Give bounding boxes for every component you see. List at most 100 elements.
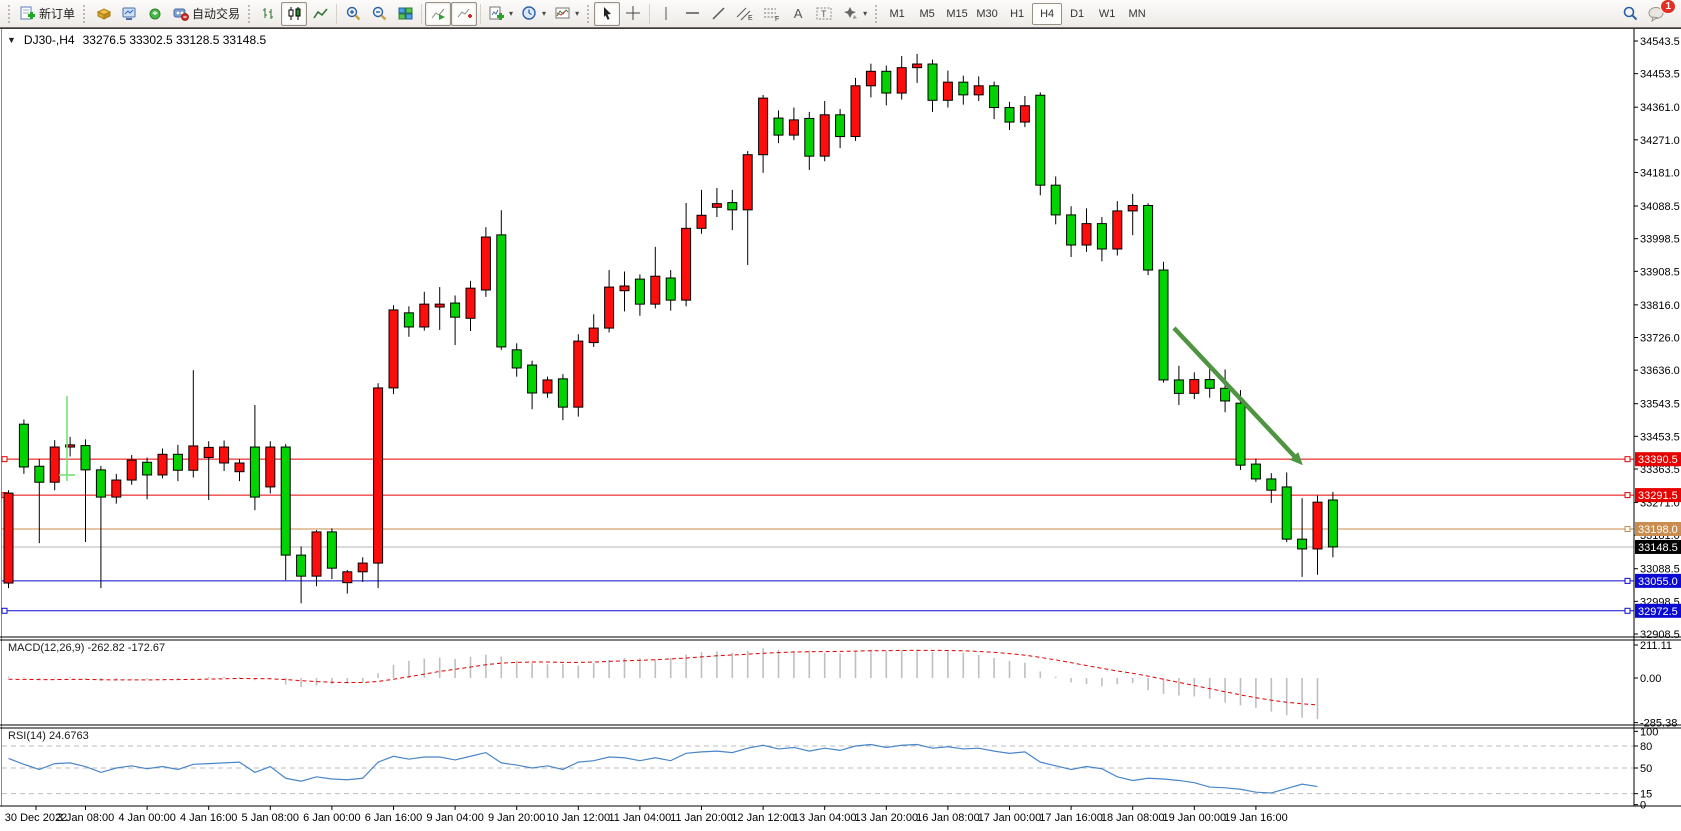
candle [481,227,490,297]
chart-shift-button[interactable] [451,2,477,26]
price-axis-label: 33453.5 [1640,431,1680,443]
time-axis-label: 19 Jan 16:00 [1224,812,1288,824]
signal-icon [147,5,164,22]
templates-dropdown[interactable]: ▾ [550,2,583,26]
time-axis-label: 18 Jan 08:00 [1101,812,1165,824]
trendline-tool-button[interactable] [705,2,731,26]
time-axis-label: 5 Jan 08:00 [242,812,300,824]
new-chart-dropdown[interactable]: ▾ [484,2,517,26]
hline-handle[interactable] [1625,608,1630,613]
macd-axis-label: 0.00 [1640,673,1661,685]
hline-price-badge-text: 33198.0 [1638,524,1678,536]
channel-tool-button[interactable]: E [731,2,758,26]
timeframe-M5[interactable]: M5 [912,3,942,25]
clock-icon [521,5,538,22]
timeframe-D1[interactable]: D1 [1062,3,1092,25]
new-order-button[interactable]: 新订单 [15,2,79,26]
horizontal-line-tool-button[interactable] [679,2,705,26]
hline-handle[interactable] [2,457,7,462]
line-chart-mode-button[interactable] [307,2,333,26]
hline-handle[interactable] [1625,578,1630,583]
new-chart-icon [488,5,505,22]
cursor-icon [599,5,616,22]
chart-header[interactable]: ▼ DJ30-,H4 33276.5 33302.5 33128.5 33148… [7,33,266,47]
market-watch-button[interactable] [90,2,116,26]
bar-chart-mode-button[interactable] [255,2,281,26]
time-axis-label: 3 Jan 08:00 [57,812,115,824]
timeframe-M30[interactable]: M30 [972,3,1002,25]
toolbar-separator [421,4,422,24]
candle [19,419,28,473]
timeframe-H1[interactable]: H1 [1002,3,1032,25]
time-axis-label: 13 Jan 20:00 [854,812,918,824]
time-axis-label: 16 Jan 08:00 [916,812,980,824]
timeframe-M1[interactable]: M1 [882,3,912,25]
symbol-dropdown-icon[interactable]: ▼ [7,35,16,45]
strategy-signal-button[interactable] [142,2,168,26]
periods-dropdown[interactable]: ▾ [517,2,550,26]
toolbar-grip [586,4,591,24]
vertical-line-tool-button[interactable] [653,2,679,26]
search-button[interactable] [1617,2,1643,26]
chart-window[interactable]: 34543.534453.534361.034271.034181.034088… [0,28,1681,831]
price-axis-label: 34361.0 [1640,102,1680,114]
timeframe-H4[interactable]: H4 [1032,3,1062,25]
text-tool-icon: A [794,6,803,21]
text-label-icon: T [815,5,834,22]
candle [50,440,59,490]
autotrading-button[interactable]: 自动交易 [168,2,244,26]
price-axis-label: 33998.5 [1640,234,1680,246]
tile-windows-button[interactable] [392,2,418,26]
timeframe-MN[interactable]: MN [1122,3,1152,25]
zoom-out-icon [371,5,388,22]
time-axis-label: 17 Jan 16:00 [1039,812,1103,824]
svg-text:E: E [748,15,753,22]
notifications-button[interactable]: 1 [1643,2,1671,26]
price-axis-label: 33543.5 [1640,399,1680,411]
arrows-tool-dropdown[interactable]: ▾ [838,2,871,26]
autotrading-icon [172,5,189,22]
svg-text:T: T [821,9,827,19]
hline-handle[interactable] [1625,493,1630,498]
current-price-badge-text: 33148.5 [1638,542,1678,554]
time-axis-label: 10 Jan 12:00 [546,812,610,824]
time-axis-label: 11 Jan 04:00 [609,812,672,824]
price-axis-label: 34543.5 [1640,36,1680,48]
macd-axis-label: 211.11 [1640,640,1672,652]
candle [1159,262,1168,383]
rsi-axis-label: 100 [1640,726,1658,738]
crosshair-tool-button[interactable] [620,2,646,26]
hline-handle[interactable] [1625,527,1630,532]
bar-chart-icon [260,5,277,22]
price-axis-label: 33726.0 [1640,333,1680,345]
vertical-line-icon [660,5,673,22]
cursor-tool-button[interactable] [594,2,620,26]
candlestick-mode-button[interactable] [281,2,307,26]
hline-price-badge-text: 32972.5 [1638,606,1678,618]
trendline-icon [710,5,727,22]
zoom-out-button[interactable] [366,2,392,26]
toolbar-separator [336,4,337,24]
text-label-tool-button[interactable]: T [811,2,838,26]
toolbar-separator [480,4,481,24]
time-axis-label: 6 Jan 00:00 [303,812,361,824]
main-toolbar: 新订单 自动交易 ▾ ▾ ▾ E F A T ▾ M1M5M15M30H1H4D… [0,0,1681,28]
text-tool-button[interactable]: A [785,2,811,26]
zoom-in-icon [345,5,362,22]
hline-handle[interactable] [2,608,7,613]
auto-scroll-button[interactable] [425,2,451,26]
timeframe-M15[interactable]: M15 [942,3,972,25]
fibonacci-icon: F [762,5,781,22]
data-window-button[interactable] [116,2,142,26]
chart-canvas[interactable]: 34543.534453.534361.034271.034181.034088… [0,28,1681,831]
timeframe-W1[interactable]: W1 [1092,3,1122,25]
arrows-tool-icon [842,5,859,22]
hline-handle[interactable] [1625,457,1630,462]
time-axis-label: 9 Jan 04:00 [426,812,484,824]
rsi-axis-label: 80 [1640,741,1652,753]
rsi-axis-label: 50 [1640,763,1652,775]
zoom-in-button[interactable] [340,2,366,26]
svg-text:F: F [775,16,779,22]
fibonacci-tool-button[interactable]: F [758,2,785,26]
rsi-indicator-label: RSI(14) 24.6763 [8,730,89,742]
